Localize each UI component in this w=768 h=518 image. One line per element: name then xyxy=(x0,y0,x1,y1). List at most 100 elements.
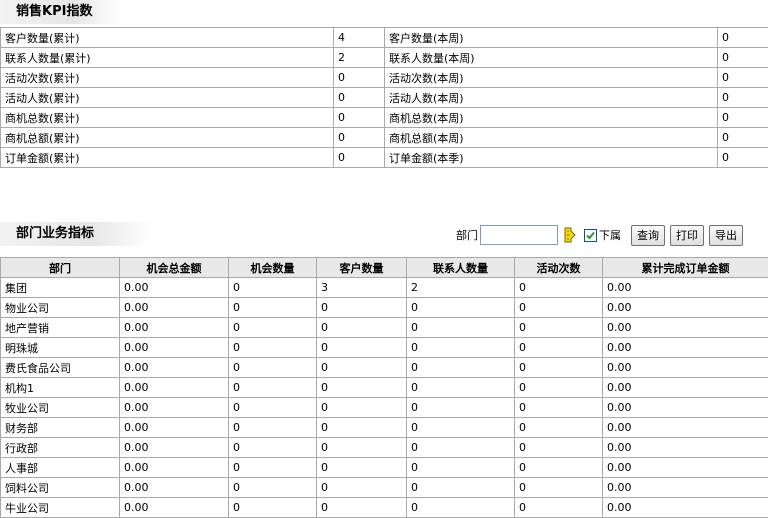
table-cell: 0.00 xyxy=(602,397,768,418)
print-button[interactable]: 打印 xyxy=(670,224,704,246)
table-cell: 0.00 xyxy=(119,417,229,438)
kpi-value-cumulative: 2 xyxy=(333,47,385,68)
dept-name-cell: 费氏食品公司 xyxy=(0,357,120,378)
table-cell: 0.00 xyxy=(119,477,229,498)
table-cell: 0 xyxy=(228,277,317,298)
table-row: 费氏食品公司 0.00 0 0 0 0 0.00 xyxy=(0,357,768,378)
table-cell: 0.00 xyxy=(602,477,768,498)
table-cell: 0 xyxy=(316,317,407,338)
table-cell: 0 xyxy=(316,437,407,458)
table-row: 牧业公司 0.00 0 0 0 0 0.00 xyxy=(0,397,768,418)
column-header: 联系人数量 xyxy=(406,257,515,278)
dept-filter-input[interactable] xyxy=(480,225,558,245)
kpi-value-cumulative: 4 xyxy=(333,27,385,48)
kpi-label-period: 客户数量(本周) xyxy=(384,27,718,48)
kpi-value-cumulative: 0 xyxy=(333,87,385,108)
table-cell: 0.00 xyxy=(119,497,229,518)
include-sub-checkbox[interactable] xyxy=(584,228,597,242)
table-cell: 0.00 xyxy=(119,317,229,338)
export-button[interactable]: 导出 xyxy=(709,224,743,246)
table-cell: 0 xyxy=(316,497,407,518)
checkmark-icon xyxy=(586,231,595,239)
column-header: 累计完成订单金额 xyxy=(602,257,768,278)
kpi-label-period: 商机总额(本周) xyxy=(384,127,718,148)
table-cell: 0 xyxy=(514,357,603,378)
table-row: 机构1 0.00 0 0 0 0 0.00 xyxy=(0,377,768,398)
kpi-label-cumulative: 订单金额(累计) xyxy=(0,147,334,168)
table-cell: 0 xyxy=(406,317,515,338)
table-cell: 0 xyxy=(406,377,515,398)
kpi-row: 活动人数(累计) 0 活动人数(本周) 0 xyxy=(0,87,768,108)
table-cell: 0 xyxy=(406,457,515,478)
table-cell: 0 xyxy=(228,457,317,478)
table-cell: 0.00 xyxy=(602,437,768,458)
table-cell: 0 xyxy=(228,417,317,438)
table-cell: 0 xyxy=(228,497,317,518)
table-cell: 0 xyxy=(228,437,317,458)
dept-name-cell: 牛业公司 xyxy=(0,497,120,518)
dept-picker-icon[interactable] xyxy=(562,226,578,244)
query-button[interactable]: 查询 xyxy=(631,224,665,246)
dept-name-cell: 机构1 xyxy=(0,377,120,398)
column-header: 部门 xyxy=(0,257,120,278)
dept-filter-toolbar: 部门 下属 查询 打印 导出 xyxy=(456,224,748,246)
table-cell: 0 xyxy=(514,317,603,338)
kpi-section-title: 销售KPI指数 xyxy=(0,0,122,24)
table-cell: 0.00 xyxy=(119,437,229,458)
dept-name-cell: 集团 xyxy=(0,277,120,298)
dept-name-cell: 物业公司 xyxy=(0,297,120,318)
table-cell: 3 xyxy=(316,277,407,298)
kpi-row: 活动次数(累计) 0 活动次数(本周) 0 xyxy=(0,67,768,88)
table-cell: 0 xyxy=(514,337,603,358)
table-cell: 0 xyxy=(406,337,515,358)
kpi-row: 客户数量(累计) 4 客户数量(本周) 0 xyxy=(0,27,768,48)
table-row: 集团 0.00 0 3 2 0 0.00 xyxy=(0,277,768,298)
table-row: 牛业公司 0.00 0 0 0 0 0.00 xyxy=(0,497,768,518)
table-cell: 0 xyxy=(316,377,407,398)
table-cell: 0 xyxy=(228,477,317,498)
table-cell: 0 xyxy=(228,357,317,378)
kpi-value-period: 0 xyxy=(717,87,768,108)
dept-name-cell: 人事部 xyxy=(0,457,120,478)
table-cell: 0.00 xyxy=(602,337,768,358)
column-header: 活动次数 xyxy=(514,257,603,278)
kpi-row: 商机总额(累计) 0 商机总额(本周) 0 xyxy=(0,127,768,148)
kpi-row: 商机总数(累计) 0 商机总数(本周) 0 xyxy=(0,107,768,128)
kpi-label-cumulative: 活动人数(累计) xyxy=(0,87,334,108)
dept-name-cell: 饲料公司 xyxy=(0,477,120,498)
table-cell: 0 xyxy=(514,497,603,518)
column-header: 机会数量 xyxy=(228,257,317,278)
kpi-value-period: 0 xyxy=(717,47,768,68)
table-cell: 0 xyxy=(406,497,515,518)
table-cell: 0 xyxy=(514,477,603,498)
kpi-label-cumulative: 联系人数量(累计) xyxy=(0,47,334,68)
kpi-label-period: 商机总数(本周) xyxy=(384,107,718,128)
kpi-label-period: 联系人数量(本周) xyxy=(384,47,718,68)
table-cell: 0 xyxy=(514,457,603,478)
table-cell: 0 xyxy=(228,337,317,358)
kpi-label-cumulative: 客户数量(累计) xyxy=(0,27,334,48)
kpi-value-period: 0 xyxy=(717,67,768,88)
dept-name-cell: 财务部 xyxy=(0,417,120,438)
kpi-value-period: 0 xyxy=(717,127,768,148)
table-cell: 0 xyxy=(316,297,407,318)
table-cell: 0 xyxy=(228,297,317,318)
table-row: 明珠城 0.00 0 0 0 0 0.00 xyxy=(0,337,768,358)
table-cell: 0 xyxy=(228,317,317,338)
table-cell: 0 xyxy=(228,377,317,398)
kpi-label-cumulative: 商机总数(累计) xyxy=(0,107,334,128)
table-cell: 0 xyxy=(316,457,407,478)
dept-filter-label: 部门 xyxy=(456,229,478,242)
table-cell: 0 xyxy=(514,277,603,298)
table-cell: 0 xyxy=(406,477,515,498)
table-row: 物业公司 0.00 0 0 0 0 0.00 xyxy=(0,297,768,318)
table-cell: 0.00 xyxy=(119,337,229,358)
table-cell: 0.00 xyxy=(602,297,768,318)
table-cell: 0 xyxy=(406,297,515,318)
table-cell: 0 xyxy=(514,437,603,458)
table-cell: 0 xyxy=(514,297,603,318)
include-sub-label: 下属 xyxy=(599,229,621,242)
kpi-value-period: 0 xyxy=(717,107,768,128)
table-cell: 0.00 xyxy=(119,457,229,478)
table-cell: 0 xyxy=(406,437,515,458)
